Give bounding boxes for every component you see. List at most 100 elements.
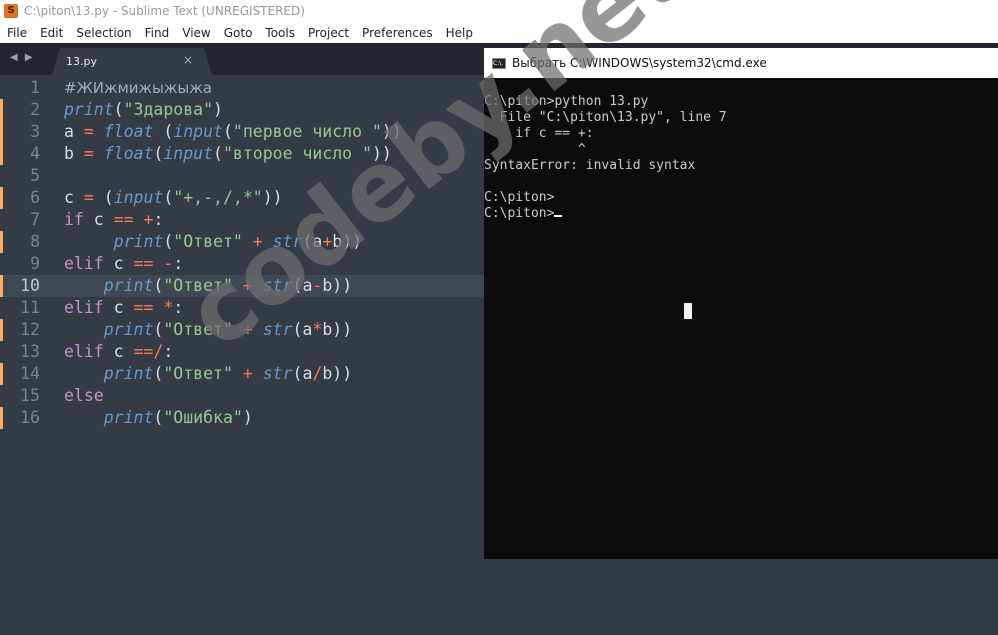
menu-project[interactable]: Project [301,26,355,40]
code-token: ( [153,408,164,427]
code-text: c = (input("+,-,/,*")) [64,187,283,209]
code-token: ( [153,122,174,141]
close-icon[interactable]: × [183,53,193,67]
code-line[interactable]: 6c = (input("+,-,/,*")) [0,187,484,209]
menu-bar: File Edit Selection Find View Goto Tools… [0,22,998,43]
code-token: ( [153,320,164,339]
code-line[interactable]: 1 #ЖИжмижыжыжа [0,77,484,99]
code-token: str [262,276,293,295]
code-token: "второе число " [222,144,372,163]
code-token: / [312,364,323,383]
code-line[interactable]: 9 elif c == -: [0,253,484,275]
code-token: elif [64,254,104,273]
code-token: "Здарова" [123,100,214,119]
code-token: "Ответ" [163,320,233,339]
cmd-output-text: C:\piton>python 13.py File "C:\piton\13.… [484,94,727,221]
code-token: ( [153,276,164,295]
menu-find[interactable]: Find [138,26,176,40]
line-number: 15 [20,386,40,405]
code-line[interactable]: 16 print("Ошибка") [0,407,484,429]
code-token: (a [292,364,313,383]
line-number: 12 [20,320,40,339]
code-token: c [83,210,114,229]
line-number: 9 [30,254,40,273]
code-token: c [64,188,84,207]
tab-nav-arrows-icon[interactable]: ◀ ▶ [10,52,35,63]
menu-goto[interactable]: Goto [217,26,259,40]
code-line[interactable]: 5 [0,165,484,187]
code-token: - [312,276,323,295]
code-token: "Ответ" [163,276,233,295]
code-token: ( [213,144,223,163]
code-editor[interactable]: 1 #ЖИжмижыжыжа 2 print("Здарова") 3 a = float… [0,75,484,635]
code-line[interactable]: 12 print("Ответ" + str(a*b)) [0,319,484,341]
code-token: c [103,298,134,317]
title-bar: S C:\piton\13.py - Sublime Text (UNREGIS… [0,0,998,22]
code-token: print [64,100,114,119]
code-line[interactable]: 2 print("Здарова") [0,99,484,121]
code-token: float [103,122,154,141]
menu-edit[interactable]: Edit [33,26,69,40]
code-text: print("Ответ" + str(a/b)) [64,363,352,385]
code-token: print [103,276,154,295]
menu-tools[interactable]: Tools [258,26,301,40]
cmd-window[interactable]: C:\. Выбрать C:\WINDOWS\system32\cmd.exe… [484,48,998,559]
code-token: + [252,232,263,251]
code-token: ( [113,100,124,119]
code-token: + [242,320,253,339]
code-token: b)) [322,364,353,383]
code-token: str [262,364,293,383]
code-token: b [64,144,84,163]
code-text: print("Ошибка") [64,407,253,429]
code-line[interactable]: 11 elif c == *: [0,297,484,319]
line-number: 1 [30,78,40,97]
code-token: "Ошибка" [163,408,243,427]
code-token: + [322,232,333,251]
code-line[interactable]: 8 print("Ответ" + str(a+b)) [0,231,484,253]
code-token: * [163,298,174,317]
code-line[interactable]: 14 print("Ответ" + str(a/b)) [0,363,484,385]
code-token: ( [163,232,174,251]
code-token: == [133,254,154,273]
code-token: str [262,320,293,339]
menu-preferences[interactable]: Preferences [355,26,439,40]
tab-13-py[interactable]: 13.py × [52,48,212,75]
code-token: "первое число " [232,122,382,141]
code-line[interactable]: 10 print("Ответ" + str(a-b)) [0,275,484,297]
code-text: print("Ответ" + str(a-b)) [64,275,352,297]
cmd-icon: C:\. [492,57,506,69]
code-line[interactable]: 4b = float(input("второе число ")) [0,143,484,165]
code-line[interactable]: 13 elif c ==/: [0,341,484,363]
code-text: elif c ==/: [64,341,173,363]
code-token: b)) [332,232,363,251]
code-text: print("Ответ" + str(a*b)) [64,319,352,341]
menu-selection[interactable]: Selection [69,26,137,40]
menu-help[interactable]: Help [439,26,479,40]
code-token: ) [242,408,253,427]
line-number: 7 [30,210,40,229]
menu-view[interactable]: View [175,26,216,40]
code-text: elif c == *: [64,297,183,319]
menu-file[interactable]: File [0,26,33,40]
line-number: 2 [30,100,40,119]
line-number: 10 [20,276,40,295]
code-line[interactable]: 15 else [0,385,484,407]
code-line[interactable]: 3a = float (input("первое число ")) [0,121,484,143]
line-number: 5 [30,166,40,185]
cmd-title-bar[interactable]: C:\. Выбрать C:\WINDOWS\system32\cmd.exe [484,48,998,78]
code-line[interactable]: 7 if c == +: [0,209,484,231]
code-token: (a [292,276,313,295]
code-token: "+,-,/,*" [173,188,263,207]
code-text: print("Ответ" + str(a+b)) [64,231,362,253]
code-token: : [173,254,184,273]
